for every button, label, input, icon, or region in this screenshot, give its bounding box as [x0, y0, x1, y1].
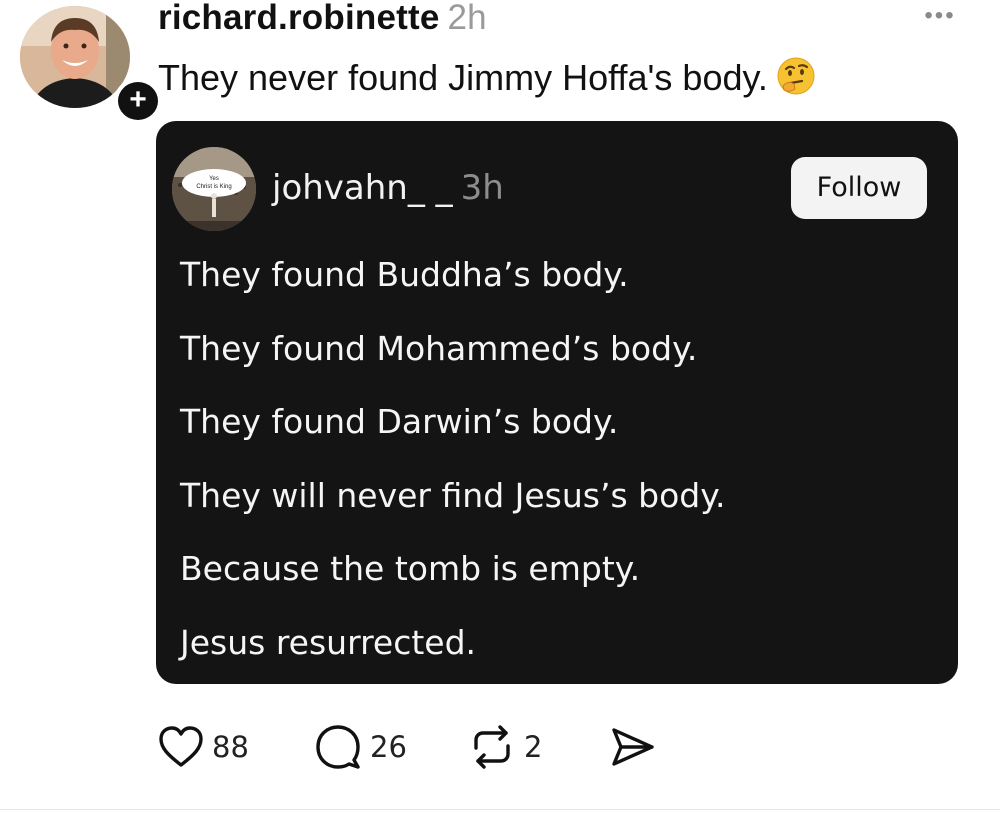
reply-button[interactable]: 26: [314, 722, 407, 772]
like-button[interactable]: 88: [158, 722, 249, 772]
avatar-caption-line-1: Yes: [209, 176, 219, 182]
quoted-username[interactable]: johvahn_ _: [272, 168, 453, 208]
plus-icon: +: [129, 83, 147, 116]
quoted-timestamp: 3h: [460, 168, 504, 208]
quoted-post-card[interactable]: Yes Christ is King johvahn_ _ 3h Follow T…: [156, 121, 958, 684]
avatar-caption-line-2: Christ is King: [196, 184, 231, 190]
post-body: They never found Jimmy Hoffa's body.: [158, 57, 768, 98]
quoted-line: Jesus resurrected.: [180, 622, 477, 662]
quoted-line: They found Buddha’s body.: [180, 255, 629, 294]
post-author[interactable]: richard.robinette 2h: [158, 0, 487, 38]
reply-count: 26: [370, 730, 407, 764]
repost-count: 2: [524, 730, 543, 764]
share-button[interactable]: [610, 722, 656, 772]
send-icon: [610, 725, 656, 769]
avatar[interactable]: [20, 6, 130, 108]
quoted-line: They found Mohammed’s body.: [180, 328, 698, 368]
quoted-line: They will never find Jesus’s body.: [180, 475, 726, 515]
quoted-line: They found Darwin’s body.: [180, 402, 619, 441]
quoted-avatar[interactable]: Yes Christ is King: [172, 147, 256, 231]
repost-button[interactable]: 2: [468, 722, 542, 772]
author-avatar-group: +: [20, 6, 162, 124]
quoted-author[interactable]: johvahn_ _ 3h: [272, 168, 504, 208]
divider: [0, 809, 1000, 810]
heart-icon: [158, 725, 204, 769]
post-text: They never found Jimmy Hoffa's body.: [158, 56, 816, 99]
follow-plus-button[interactable]: +: [114, 78, 162, 124]
follow-button[interactable]: Follow: [791, 157, 927, 219]
repost-icon: [468, 724, 516, 770]
thinking-face-emoji: [776, 56, 816, 96]
quoted-line: Because the tomb is empty.: [180, 549, 641, 588]
more-horizontal-icon[interactable]: •••: [918, 2, 962, 29]
timestamp: 2h: [447, 0, 487, 37]
comment-icon: [314, 724, 362, 770]
quoted-post-body: They found Buddha’s body. They found Moh…: [180, 252, 920, 693]
username[interactable]: richard.robinette: [158, 0, 440, 37]
post-actions: 88 26 2: [158, 722, 678, 772]
like-count: 88: [212, 730, 249, 764]
